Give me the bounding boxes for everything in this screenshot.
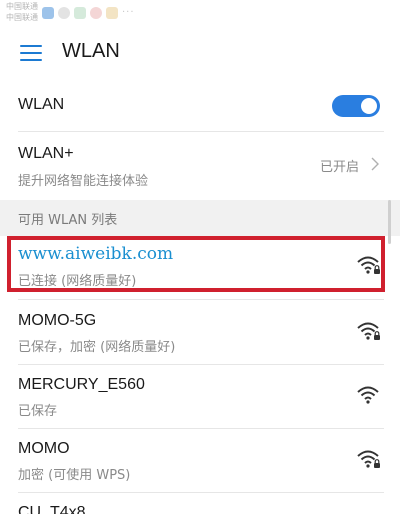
carrier-label-1: 中国联通: [6, 2, 38, 11]
more-notifications-icon: ···: [122, 7, 135, 18]
health-app-icon: [90, 7, 102, 19]
network-name: MOMO-5G: [18, 312, 97, 329]
section-header: 可用 WLAN 列表: [0, 200, 400, 236]
network-status: 加密 (可使用 WPS): [18, 468, 131, 483]
chevron-right-icon: [371, 157, 379, 171]
network-status: 已保存，加密 (网络质量好): [18, 340, 176, 355]
network-name: CU_T4x8: [18, 504, 86, 514]
wlan-plus-status: 已开启: [320, 160, 360, 175]
network-name: MOMO: [18, 440, 70, 457]
hamburger-menu-icon[interactable]: [20, 44, 42, 62]
highlight-box: [7, 236, 385, 292]
section-label: 可用 WLAN 列表: [18, 213, 118, 228]
network-item[interactable]: MOMO-5G 已保存，加密 (网络质量好): [0, 300, 400, 364]
status-bar: 中国联通 中国联通 ···: [0, 0, 400, 26]
wlan-plus-title: WLAN+: [18, 145, 74, 162]
network-status: 已保存: [18, 404, 58, 419]
network-name: MERCURY_E560: [18, 376, 145, 393]
app-bar: WLAN: [0, 26, 400, 80]
app-notification-icon: [58, 7, 70, 19]
wlan-plus-subtitle: 提升网络智能连接体验: [18, 174, 149, 189]
wlan-toggle-switch[interactable]: [332, 95, 380, 117]
app-notification-icon: [106, 7, 118, 19]
wifi-locked-icon: [356, 320, 382, 342]
wlan-toggle-label: WLAN: [18, 96, 65, 113]
toggle-knob: [361, 98, 377, 114]
app-notification-icon: [74, 7, 86, 19]
network-item[interactable]: MERCURY_E560 已保存: [0, 364, 400, 428]
wifi-locked-icon: [356, 448, 382, 470]
app-notification-icon: [42, 7, 54, 19]
page-title: WLAN: [62, 40, 120, 62]
divider: [18, 131, 384, 132]
notification-icons: ···: [42, 6, 135, 20]
network-item[interactable]: CU_T4x8: [0, 492, 400, 514]
wifi-icon: [356, 384, 382, 406]
network-item[interactable]: MOMO 加密 (可使用 WPS): [0, 428, 400, 492]
carrier-label-2: 中国联通: [6, 13, 38, 22]
